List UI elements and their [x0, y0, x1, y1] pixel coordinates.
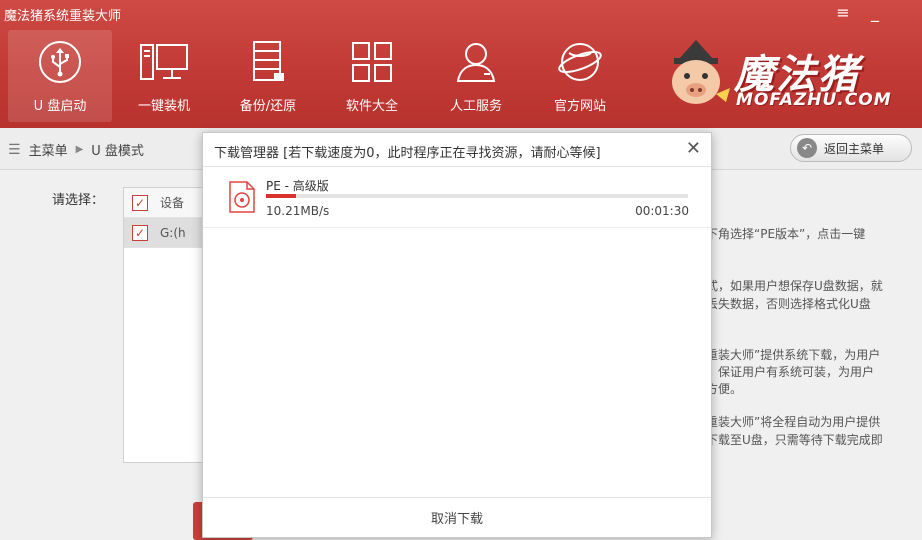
- apps-grid-icon: [346, 36, 398, 88]
- download-progress-fill: [266, 194, 296, 198]
- nav-item-backup-restore[interactable]: 备份/还原: [216, 30, 320, 122]
- instruction-line: 重装大师”提供系统下载，为用户: [706, 348, 881, 362]
- globe-icon: [554, 36, 606, 88]
- person-icon: [450, 36, 502, 88]
- nav-item-one-click-install[interactable]: 一键装机: [112, 30, 216, 122]
- download-item: PE - 高级版 10.21MB/s 00:01:30: [203, 168, 711, 228]
- dialog-footer: 取消下载: [203, 497, 711, 537]
- download-speed: 10.21MB/s: [266, 204, 330, 218]
- download-manager-dialog: 下载管理器 [若下载速度为0，此时程序正在寻找资源，请耐心等候] ✕ PE - …: [202, 132, 712, 538]
- nav-label: 官方网站: [553, 99, 606, 114]
- usb-icon: [34, 36, 86, 88]
- nav-label: 一键装机: [137, 99, 190, 114]
- instruction-line: 下角选择“PE版本”，点击一键: [706, 227, 866, 241]
- download-name: PE - 高级版: [266, 179, 329, 193]
- close-icon[interactable]: ✕: [686, 139, 701, 159]
- hamburger-icon[interactable]: ≡: [830, 2, 856, 24]
- pig-mascot-icon: [672, 40, 730, 104]
- back-button-label: 返回主菜单: [824, 141, 885, 156]
- nav-item-website[interactable]: 官方网站: [528, 30, 632, 122]
- nav-label: U 盘启动: [33, 99, 87, 114]
- nav-label: 备份/还原: [239, 99, 297, 114]
- back-arrow-icon: ↶: [797, 138, 817, 158]
- nav-item-software[interactable]: 软件大全: [320, 30, 424, 122]
- breadcrumb-main-menu[interactable]: 主菜单: [29, 140, 68, 159]
- nav-item-support[interactable]: 人工服务: [424, 30, 528, 122]
- choose-label: 请选择：: [52, 193, 105, 208]
- nav-label: 软件大全: [345, 99, 398, 114]
- device-cell: G:(h: [160, 225, 186, 240]
- back-to-main-menu-button[interactable]: ↶ 返回主菜单: [790, 134, 912, 162]
- minimize-icon[interactable]: _: [862, 2, 888, 24]
- app-header: 魔法猪系统重装大师 ≡ _ U 盘启动 一键装机 备份/还原 软件大全 人工服务…: [0, 0, 922, 128]
- nav-item-usb-boot[interactable]: U 盘启动: [8, 30, 112, 122]
- brand-logo: 魔法猪 MOFAZHU.COM: [660, 38, 910, 114]
- nav-label: 人工服务: [449, 99, 502, 114]
- download-progress-bar: [266, 194, 688, 198]
- instruction-line: ，保证用户有系统可装，为用户: [706, 365, 875, 379]
- select-all-checkbox[interactable]: ✓: [132, 194, 148, 211]
- instruction-line: 丢失数据，否则选择格式化U盘: [706, 297, 871, 311]
- breadcrumb-current: U 盘模式: [91, 144, 144, 159]
- dialog-title: 下载管理器 [若下载速度为0，此时程序正在寻找资源，请耐心等候]: [214, 146, 601, 161]
- breadcrumb-arrow-icon: ▶: [75, 144, 84, 155]
- instruction-line: 式，如果用户想保存U盘数据，就: [706, 279, 883, 293]
- list-icon: ☰: [8, 141, 21, 158]
- main-nav: U 盘启动 一键装机 备份/还原 软件大全 人工服务 官方网站: [8, 30, 632, 122]
- computer-icon: [138, 36, 190, 88]
- breadcrumb: ☰ 主菜单 ▶ U 盘模式: [8, 140, 144, 160]
- table-header-device: 设备: [160, 196, 185, 210]
- cancel-download-button[interactable]: 取消下载: [203, 498, 711, 537]
- instruction-line: 下载至U盘，只需等待下载完成即: [706, 433, 883, 447]
- app-title: 魔法猪系统重装大师: [4, 9, 122, 24]
- row-checkbox[interactable]: ✓: [132, 224, 148, 241]
- instruction-line: 重装大师”将全程自动为用户提供: [706, 415, 881, 429]
- backup-icon: [242, 36, 294, 88]
- logo-subtext: MOFAZHU.COM: [736, 90, 892, 110]
- download-time-remaining: 00:01:30: [635, 204, 689, 218]
- dialog-header: 下载管理器 [若下载速度为0，此时程序正在寻找资源，请耐心等候] ✕: [203, 133, 711, 167]
- disc-file-icon: [229, 181, 255, 213]
